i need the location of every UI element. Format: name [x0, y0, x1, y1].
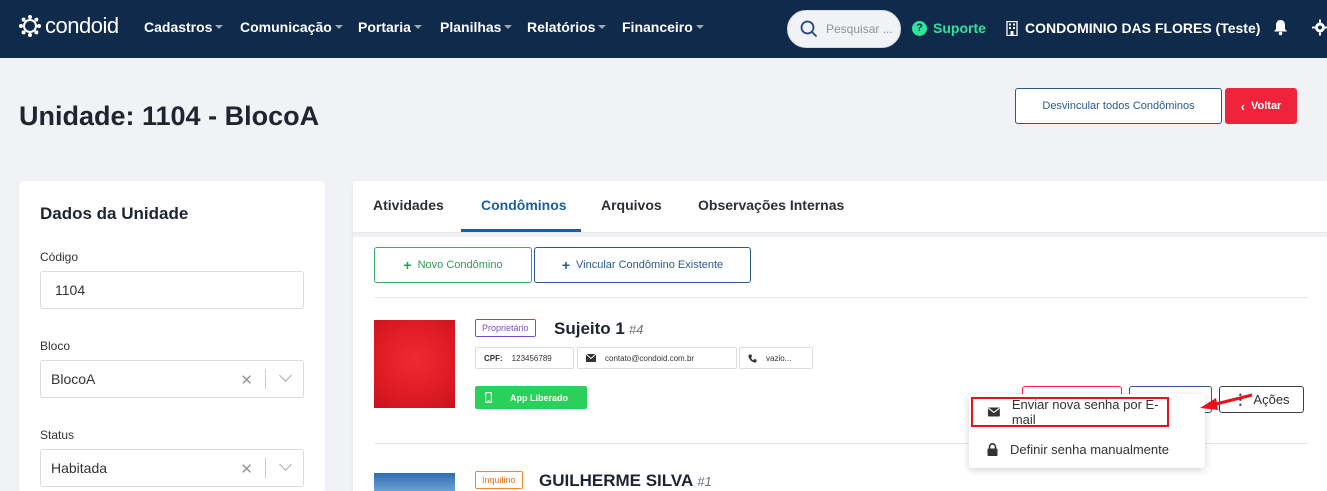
unlink-all-button[interactable]: Desvincular todos Condôminos: [1015, 88, 1222, 124]
nav-label: Planilhas: [440, 19, 502, 35]
set-password-manual-item[interactable]: Definir senha manualmente: [969, 434, 1205, 465]
resident-photo[interactable]: [374, 473, 455, 491]
set-password-manual-label: Definir senha manualmente: [1010, 442, 1169, 457]
bell-icon[interactable]: [1273, 19, 1288, 36]
link-existing-button[interactable]: + Vincular Condômino Existente: [534, 247, 751, 283]
logo-text: condoid: [45, 13, 119, 38]
caret-down-icon: [598, 25, 607, 29]
caret-down-icon: [695, 25, 704, 29]
resident-photo[interactable]: [374, 320, 455, 408]
mobile-phone-icon: [485, 392, 492, 403]
resident-id: #1: [697, 474, 712, 489]
unit-data-card: Dados da Unidade Código 1104 Bloco Bloco…: [19, 181, 325, 491]
nav-label: Portaria: [358, 19, 411, 35]
chevron-left-icon: ‹: [1240, 98, 1245, 114]
envelope-icon: [988, 407, 1000, 417]
search-input[interactable]: [826, 22, 896, 36]
caret-down-icon: [413, 25, 422, 29]
new-resident-label: Novo Condômino: [417, 259, 503, 271]
unit-card-title: Dados da Unidade: [40, 204, 189, 223]
status-select[interactable]: Habitada ✕: [40, 449, 304, 487]
nav-planilhas[interactable]: Planilhas: [440, 19, 513, 35]
search-box[interactable]: [787, 10, 901, 48]
annotation-arrow-icon: [1200, 393, 1253, 410]
logo[interactable]: condoid: [18, 13, 119, 39]
clear-icon[interactable]: ✕: [240, 371, 253, 389]
status-label: Status: [40, 428, 75, 442]
help-icon: ?: [912, 20, 927, 36]
nav-label: Relatórios: [527, 19, 596, 35]
cpf-label: CPF:: [484, 353, 503, 363]
nav-cadastros[interactable]: Cadastros: [144, 19, 224, 35]
resident-name[interactable]: Sujeito 1: [554, 319, 625, 338]
condo-selector[interactable]: CONDOMINIO DAS FLORES (Teste): [1006, 20, 1260, 36]
select-separator: [265, 458, 266, 478]
code-field[interactable]: 1104: [40, 271, 304, 309]
clear-icon[interactable]: ✕: [240, 460, 253, 478]
envelope-icon: [586, 354, 596, 362]
block-select[interactable]: BlocoA ✕: [40, 360, 304, 398]
caret-down-icon: [504, 25, 513, 29]
nav-label: Comunicação: [240, 19, 332, 35]
back-button[interactable]: ‹ Voltar: [1225, 88, 1297, 124]
support-link[interactable]: ? Suporte: [912, 20, 986, 36]
status-value: Habitada: [51, 460, 108, 476]
tab-condominos[interactable]: Condôminos: [481, 197, 567, 213]
send-password-email-item[interactable]: Enviar nova senha por E-mail: [971, 397, 1169, 427]
email-chip: contato@condoid.com.br: [577, 347, 737, 369]
code-value: 1104: [55, 282, 86, 298]
block-label: Bloco: [40, 339, 71, 353]
plus-icon: +: [403, 257, 412, 273]
caret-down-icon: [334, 25, 343, 29]
nav-portaria[interactable]: Portaria: [358, 19, 422, 35]
resident-id: #4: [628, 322, 644, 337]
active-tab-indicator: [461, 229, 581, 232]
app-status-badge: App Liberado: [475, 386, 587, 409]
tab-bar: Atividades Condôminos Arquivos Observaçõ…: [353, 181, 1327, 233]
plus-icon: +: [561, 257, 570, 273]
chevron-down-icon[interactable]: [279, 458, 292, 471]
caret-down-icon: [215, 25, 224, 29]
back-button-label: Voltar: [1250, 100, 1282, 112]
chevron-down-icon[interactable]: [279, 369, 292, 382]
send-password-email-label: Enviar nova senha por E-mail: [1011, 397, 1159, 427]
link-existing-label: Vincular Condômino Existente: [576, 259, 724, 271]
phone-chip: vazio...: [739, 347, 813, 369]
role-badge: Proprietário: [475, 319, 536, 337]
page-title: Unidade: 1104 - BlocoA: [19, 101, 320, 131]
code-label: Código: [40, 250, 79, 264]
phone-value: vazio...: [766, 353, 792, 363]
app-status-label: App Liberado: [510, 392, 568, 403]
support-label: Suporte: [933, 20, 986, 36]
resident-name-row: Sujeito 1 #4: [554, 319, 643, 339]
tabs-separator: [353, 233, 1327, 237]
search-icon: [800, 20, 818, 38]
top-navbar: condoid Cadastros Comunicação Portaria P…: [0, 0, 1327, 58]
tab-observacoes[interactable]: Observações Internas: [698, 197, 844, 213]
resident-name[interactable]: GUILHERME SILVA: [539, 471, 693, 490]
lock-icon: [987, 443, 998, 456]
resident-name-row: GUILHERME SILVA #1: [539, 471, 712, 491]
email-value: contato@condoid.com.br: [605, 353, 695, 363]
nav-financeiro[interactable]: Financeiro: [622, 19, 704, 35]
logo-gear-icon: [19, 15, 41, 37]
nav-relatorios[interactable]: Relatórios: [527, 19, 607, 35]
actions-dropdown-menu: Enviar nova senha por E-mail Definir sen…: [969, 394, 1205, 468]
nav-comunicacao[interactable]: Comunicação: [240, 19, 343, 35]
phone-icon: [748, 353, 757, 363]
nav-label: Financeiro: [622, 19, 693, 35]
building-icon: [1006, 20, 1018, 36]
cpf-value: 123456789: [511, 353, 552, 363]
cpf-chip: CPF: 123456789: [475, 347, 574, 369]
role-badge: Inquilino: [475, 471, 523, 489]
new-resident-button[interactable]: + Novo Condômino: [374, 247, 532, 283]
select-separator: [265, 369, 266, 389]
tab-arquivos[interactable]: Arquivos: [601, 197, 662, 213]
condo-label: CONDOMINIO DAS FLORES (Teste): [1025, 20, 1261, 36]
gear-icon[interactable]: [1312, 19, 1327, 36]
nav-label: Cadastros: [144, 19, 213, 35]
divider: [374, 297, 1308, 298]
block-value: BlocoA: [51, 371, 96, 387]
tab-atividades[interactable]: Atividades: [373, 197, 444, 213]
